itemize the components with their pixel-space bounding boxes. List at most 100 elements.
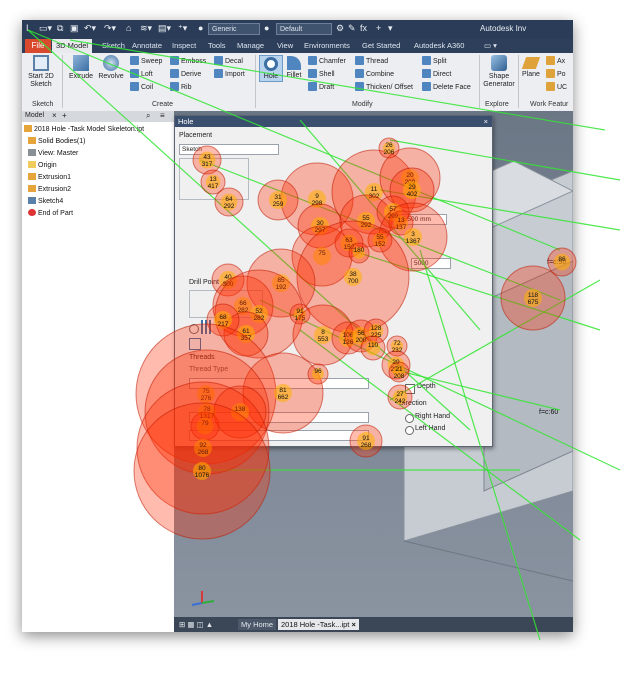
tab-sketch[interactable]: Sketch (102, 41, 125, 50)
sketch-field[interactable]: Sketch (179, 144, 279, 155)
hole-button[interactable]: Hole (259, 55, 283, 82)
layout-icons[interactable]: ⊞ ▦ ◫ ▲ (176, 619, 216, 630)
split-button[interactable]: Split (422, 56, 447, 65)
new-file-icon[interactable]: ▭▾ (39, 23, 52, 34)
direct-button[interactable]: Direct (422, 69, 451, 78)
color-override-icon[interactable]: ● (264, 23, 269, 33)
size-dropdown[interactable] (189, 412, 369, 423)
thread-type-dropdown[interactable] (189, 378, 369, 389)
emboss-button[interactable]: Emboss (170, 56, 206, 65)
tree-item-end-of-part[interactable]: End of Part (28, 209, 73, 217)
undo-icon[interactable]: ↶▾ (84, 23, 96, 34)
right-hand-radio[interactable] (405, 414, 414, 423)
browser-tab-model[interactable]: Model (25, 112, 44, 119)
thread-button[interactable]: Thread (355, 56, 388, 65)
panel-label-modify[interactable]: Modify (352, 101, 373, 108)
menu-icon[interactable]: ≡ (160, 111, 165, 120)
import-button[interactable]: Import (214, 69, 245, 78)
tree-item-extrusion2[interactable]: Extrusion2 (28, 185, 71, 193)
plane-button[interactable]: Plane (520, 55, 542, 79)
open-file-icon[interactable]: ⧉ (57, 23, 63, 34)
redo-icon[interactable]: ↷▾ (104, 23, 116, 34)
radio-button[interactable] (189, 324, 199, 334)
left-hand-radio[interactable] (405, 426, 414, 435)
material-dropdown[interactable]: Default (276, 23, 332, 35)
chamfer-button[interactable]: Chamfer (308, 56, 346, 65)
delete-face-button[interactable]: Delete Face (422, 82, 471, 91)
tree-item-solid-bodies[interactable]: Solid Bodies(1) (28, 137, 85, 145)
search-icon[interactable]: ⌕ (146, 111, 150, 121)
add-tab-icon[interactable]: + (62, 111, 67, 120)
loft-button[interactable]: Loft (130, 69, 153, 78)
close-icon[interactable]: × (484, 116, 488, 127)
appearance-icon[interactable]: ● (198, 23, 203, 33)
rib-button[interactable]: Rib (170, 82, 192, 91)
tree-item-extrusion1[interactable]: Extrusion1 (28, 173, 71, 181)
tree-item-part[interactable]: 2018 Hole -Task Model Skeleton.ipt (24, 125, 144, 133)
extrude-button[interactable]: Extrude (67, 55, 95, 81)
tab-annotate[interactable]: Annotate (132, 41, 162, 50)
measure-icon[interactable]: ⁺▾ (178, 23, 187, 34)
home-icon[interactable]: ⌂ (126, 23, 131, 33)
drill-point-label: Drill Point (189, 279, 219, 286)
tab-view[interactable]: View (277, 41, 293, 50)
tab-manage[interactable]: Manage (237, 41, 264, 50)
chamfer-icon (308, 56, 317, 65)
tab-inspect[interactable]: Inspect (172, 41, 196, 50)
decal-button[interactable]: Decal (214, 56, 243, 65)
view-triad-icon[interactable] (190, 589, 216, 609)
size-input[interactable]: 5000 (411, 258, 451, 269)
appearance-dropdown[interactable]: Generic (208, 23, 260, 35)
fx-icon[interactable]: fx (360, 23, 367, 33)
tree-item-sketch4[interactable]: Sketch4 (28, 197, 63, 205)
close-icon[interactable]: × (351, 620, 355, 629)
point-button[interactable]: Po (546, 69, 566, 78)
select-icon[interactable]: ▤▾ (158, 23, 171, 34)
fillet-button[interactable]: Fillet (283, 55, 305, 80)
derive-button[interactable]: Derive (170, 69, 201, 78)
tab-tools[interactable]: Tools (208, 41, 226, 50)
checkbox[interactable] (189, 338, 201, 350)
tab-file[interactable]: File (25, 39, 51, 53)
save-icon[interactable]: ▣ (70, 23, 79, 34)
shell-button[interactable]: Shell (308, 69, 335, 78)
revolve-button[interactable]: Revolve (96, 55, 126, 81)
shape-generator-button[interactable]: Shape Generator (482, 55, 516, 89)
tab-autodesk-a360[interactable]: Autodesk A360 (414, 41, 464, 50)
tree-item-view[interactable]: View: Master (28, 149, 78, 157)
add-icon[interactable]: + (376, 23, 381, 33)
extra-tab-icon[interactable]: ▭ ▾ (484, 41, 497, 50)
clear-icon[interactable]: ✎ (348, 23, 356, 34)
tab-my-home[interactable]: My Home (238, 619, 277, 630)
sketch-icon (33, 55, 49, 71)
customize-icon[interactable]: ▾ (388, 23, 393, 34)
tab-get-started[interactable]: Get Started (362, 41, 400, 50)
adjust-icon[interactable]: ⚙ (336, 23, 344, 34)
class-dropdown[interactable] (189, 430, 369, 441)
sweep-button[interactable]: Sweep (130, 56, 162, 65)
emboss-icon (170, 56, 179, 65)
tab-3d-model[interactable]: 3D Model (52, 39, 93, 53)
dimension-input[interactable]: 5.500 mm (399, 214, 447, 225)
direct-icon (422, 69, 431, 78)
depth-checkbox[interactable] (405, 384, 415, 394)
start-sketch-button[interactable]: Start 2D Sketch (24, 55, 58, 89)
coil-button[interactable]: Coil (130, 82, 153, 91)
thread-style-icon[interactable] (201, 320, 213, 334)
tab-document[interactable]: 2018 Hole -Task...ipt × (278, 619, 359, 630)
draft-button[interactable]: Draft (308, 82, 334, 91)
point-label: Po (557, 71, 566, 78)
drill-point-options[interactable] (189, 290, 263, 318)
update-icon[interactable]: ≋▾ (140, 23, 152, 34)
app-logo-icon[interactable]: I (26, 23, 29, 33)
close-icon[interactable]: × (52, 111, 57, 120)
ucs-button[interactable]: UC (546, 82, 567, 91)
tab-environments[interactable]: Environments (304, 41, 350, 50)
tree-item-origin[interactable]: Origin (28, 161, 57, 169)
split-icon (422, 56, 431, 65)
combine-button[interactable]: Combine (355, 69, 394, 78)
ribbon: Start 2D Sketch Extrude Revolve Sweep Lo… (22, 53, 573, 112)
axis-button[interactable]: Ax (546, 56, 565, 65)
coil-label: Coil (141, 84, 154, 91)
thicken-offset-button[interactable]: Thicken/ Offset (355, 82, 413, 91)
